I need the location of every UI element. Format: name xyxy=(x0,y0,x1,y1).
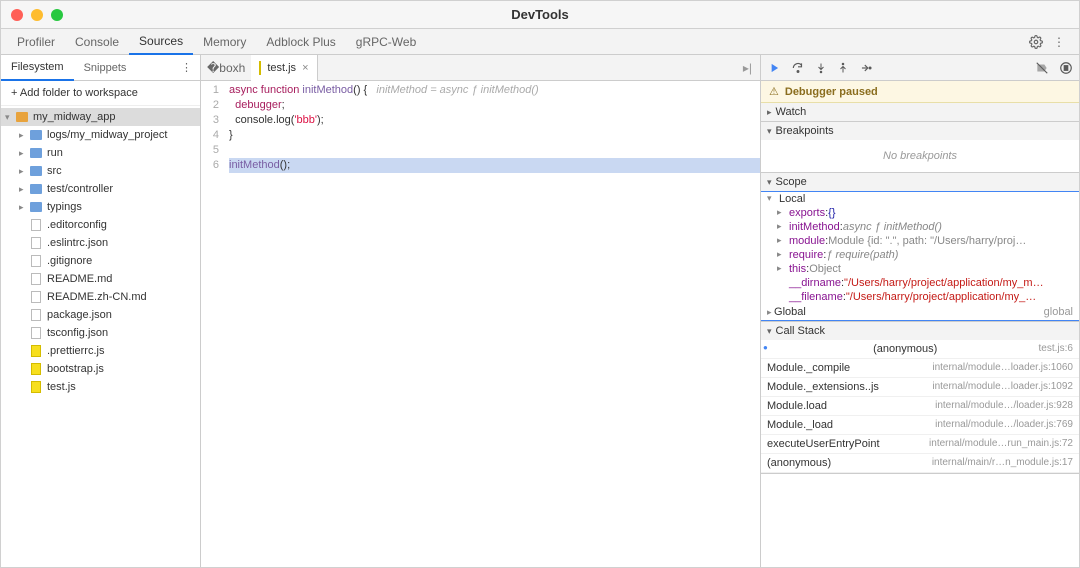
tree-file[interactable]: test.js xyxy=(1,378,200,396)
callstack-frame[interactable]: Module._compileinternal/module…loader.js… xyxy=(761,359,1079,378)
debugger-toolbar xyxy=(761,55,1079,81)
scope-item[interactable]: __dirname: "/Users/harry/project/applica… xyxy=(761,276,1079,290)
minimize-window-button[interactable] xyxy=(31,9,43,21)
chevron-right-icon: ▸ xyxy=(767,107,772,118)
step-out-icon[interactable] xyxy=(837,61,849,75)
scope-item[interactable]: __filename: "/Users/harry/project/applic… xyxy=(761,290,1079,304)
tab-console[interactable]: Console xyxy=(65,29,129,55)
sidebar-more-icon[interactable]: ⋮ xyxy=(181,61,200,74)
window-title: DevTools xyxy=(511,7,569,22)
callstack-frame[interactable]: Module._extensions..jsinternal/module…lo… xyxy=(761,378,1079,397)
chevron-down-icon: ▾ xyxy=(767,126,772,137)
editor-tab-label: test.js xyxy=(267,62,296,74)
tree-file[interactable]: .editorconfig xyxy=(1,216,200,234)
step-over-icon[interactable] xyxy=(791,61,805,75)
debugger-panel: ⚠ Debugger paused ▸ Watch ▾ Breakpoints … xyxy=(761,55,1079,567)
step-into-icon[interactable] xyxy=(815,61,827,75)
step-icon[interactable] xyxy=(859,61,873,75)
sidebar-tab-snippets[interactable]: Snippets xyxy=(74,55,137,81)
callstack-section-header[interactable]: ▾ Call Stack xyxy=(761,322,1079,340)
tree-file[interactable]: bootstrap.js xyxy=(1,360,200,378)
callstack-frame[interactable]: Module.loadinternal/module…/loader.js:92… xyxy=(761,397,1079,416)
line-gutter: 123456 xyxy=(201,81,225,567)
no-breakpoints-label: No breakpoints xyxy=(761,142,1079,170)
callstack-frame[interactable]: executeUserEntryPointinternal/module…run… xyxy=(761,435,1079,454)
breakpoints-section-header[interactable]: ▾ Breakpoints xyxy=(761,122,1079,140)
tab-profiler[interactable]: Profiler xyxy=(7,29,65,55)
tree-file[interactable]: README.zh-CN.md xyxy=(1,288,200,306)
maximize-window-button[interactable] xyxy=(51,9,63,21)
tab-adblock[interactable]: Adblock Plus xyxy=(256,29,345,55)
callstack-frame[interactable]: Module._loadinternal/module…/loader.js:7… xyxy=(761,416,1079,435)
close-tab-icon[interactable]: × xyxy=(302,62,308,74)
tree-file[interactable]: package.json xyxy=(1,306,200,324)
resume-icon[interactable] xyxy=(767,61,781,75)
tree-file[interactable]: tsconfig.json xyxy=(1,324,200,342)
titlebar: DevTools xyxy=(1,1,1079,29)
watch-section-header[interactable]: ▸ Watch xyxy=(761,103,1079,121)
pause-exceptions-icon[interactable] xyxy=(1059,61,1073,75)
js-file-icon xyxy=(259,61,261,75)
more-icon[interactable]: ⋮ xyxy=(1053,35,1065,49)
tree-folder[interactable]: ▸run xyxy=(1,144,200,162)
tree-file[interactable]: README.md xyxy=(1,270,200,288)
scope-section-header[interactable]: ▾ Scope xyxy=(761,173,1079,191)
sidebar: Filesystem Snippets ⋮ + Add folder to wo… xyxy=(1,55,201,567)
scope-item[interactable]: ▸this: Object xyxy=(761,262,1079,276)
code-content[interactable]: async function initMethod() { initMethod… xyxy=(225,81,760,567)
editor-tab-test-js[interactable]: test.js × xyxy=(251,55,317,81)
callstack-frame[interactable]: (anonymous)test.js:6 xyxy=(761,340,1079,359)
tree-folder[interactable]: ▸logs/my_midway_project xyxy=(1,126,200,144)
tree-file[interactable]: .prettierrc.js xyxy=(1,342,200,360)
tree-file[interactable]: .eslintrc.json xyxy=(1,234,200,252)
scope-global[interactable]: ▸ Globalglobal xyxy=(761,304,1079,320)
callstack-frame[interactable]: (anonymous)internal/main/r…n_module.js:1… xyxy=(761,454,1079,473)
debugger-paused-bar: ⚠ Debugger paused xyxy=(761,81,1079,103)
scope-item[interactable]: ▸initMethod: async ƒ initMethod() xyxy=(761,220,1079,234)
tab-sources[interactable]: Sources xyxy=(129,29,193,55)
scope-body: ▾Local▸exports: {}▸initMethod: async ƒ i… xyxy=(761,191,1079,321)
tree-file[interactable]: .gitignore xyxy=(1,252,200,270)
paused-label: Debugger paused xyxy=(785,86,878,98)
scope-item[interactable]: ▸module: Module {id: ".", path: "/Users/… xyxy=(761,234,1079,248)
tab-grpc[interactable]: gRPC-Web xyxy=(346,29,426,55)
tree-root[interactable]: ▾my_midway_app xyxy=(1,108,200,126)
scope-item[interactable]: ▸exports: {} xyxy=(761,206,1079,220)
main-tabs: Profiler Console Sources Memory Adblock … xyxy=(1,29,1079,55)
settings-icon[interactable] xyxy=(1029,35,1043,49)
close-window-button[interactable] xyxy=(11,9,23,21)
tree-folder[interactable]: ▸src xyxy=(1,162,200,180)
scope-item[interactable]: ▸require: ƒ require(path) xyxy=(761,248,1079,262)
chevron-down-icon: ▾ xyxy=(767,177,772,188)
tree-folder[interactable]: ▸typings xyxy=(1,198,200,216)
dock-icon[interactable]: ▸| xyxy=(743,61,760,75)
warning-icon: ⚠ xyxy=(769,85,779,98)
scope-local-header[interactable]: ▾Local xyxy=(761,192,1079,206)
callstack-body: (anonymous)test.js:6Module._compileinter… xyxy=(761,340,1079,473)
deactivate-breakpoints-icon[interactable] xyxy=(1035,61,1049,75)
sidebar-tab-filesystem[interactable]: Filesystem xyxy=(1,55,74,81)
add-folder-button[interactable]: + Add folder to workspace xyxy=(1,81,200,106)
file-tree: ▾my_midway_app▸logs/my_midway_project▸ru… xyxy=(1,106,200,567)
editor-panel: �boxh test.js × ▸| 123456 async function… xyxy=(201,55,761,567)
nav-back-icon[interactable]: �boxh xyxy=(207,61,245,75)
chevron-down-icon: ▾ xyxy=(767,326,772,337)
tab-memory[interactable]: Memory xyxy=(193,29,256,55)
tree-folder[interactable]: ▸test/controller xyxy=(1,180,200,198)
